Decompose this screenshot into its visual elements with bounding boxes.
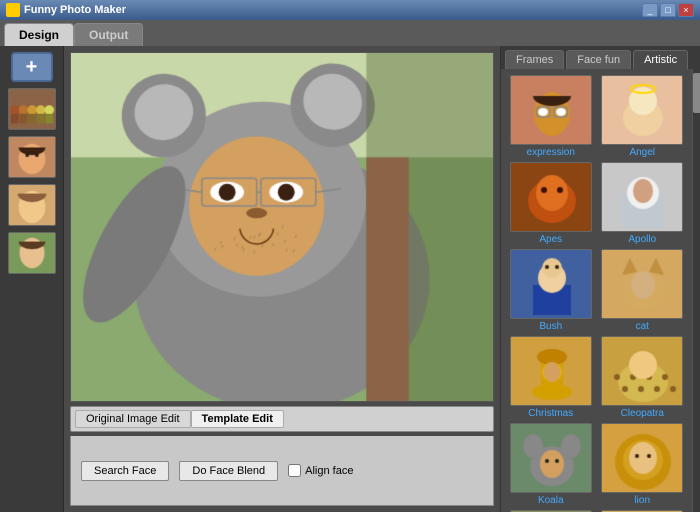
template-label-angel: Angel [629,147,655,158]
template-item-lion[interactable]: lion [599,423,687,506]
thumbnail-4[interactable] [8,232,56,274]
add-photo-button[interactable]: + [11,52,53,82]
app-title: Funny Photo Maker [24,4,126,16]
left-panel: + [0,46,64,512]
template-item-apollo[interactable]: Apollo [599,162,687,245]
title-bar: Funny Photo Maker _ □ × [0,0,700,20]
template-item-christmas[interactable]: Christmas [507,336,595,419]
template-label-bush: Bush [539,321,562,332]
maximize-button[interactable]: □ [660,3,676,17]
tab-output[interactable]: Output [74,23,143,46]
template-label-cat: cat [636,321,649,332]
edit-tabs-bar: Original Image Edit Template Edit [70,406,494,432]
template-label-lion: lion [634,495,650,506]
title-bar-left: Funny Photo Maker [6,3,126,17]
tab-frames[interactable]: Frames [505,50,564,69]
tab-template-edit[interactable]: Template Edit [191,410,284,428]
thumbnail-2[interactable] [8,136,56,178]
close-button[interactable]: × [678,3,694,17]
template-item-cleopatra[interactable]: Cleopatra [599,336,687,419]
align-face-checkbox[interactable] [288,464,301,477]
main-tab-bar: Design Output [0,20,700,46]
minimize-button[interactable]: _ [642,3,658,17]
thumbnail-1[interactable] [8,88,56,130]
right-panel-scrollbar[interactable] [692,69,700,512]
search-face-button[interactable]: Search Face [81,461,169,481]
bottom-controls-panel: Search Face Do Face Blend Align face [70,436,494,506]
scrollbar-thumb[interactable] [693,73,700,113]
templates-grid: expression Angel Apes Apollo Bush cat Christma… [501,69,692,512]
tab-artistic[interactable]: Artistic [633,50,688,69]
template-item-apes[interactable]: Apes [507,162,595,245]
do-face-blend-button[interactable]: Do Face Blend [179,461,278,481]
app-icon [6,3,20,17]
template-item-expression[interactable]: expression [507,75,595,158]
template-item-angel[interactable]: Angel [599,75,687,158]
template-item-koala[interactable]: Koala [507,423,595,506]
template-label-cleopatra: Cleopatra [621,408,664,419]
tab-face-fun[interactable]: Face fun [566,50,631,69]
title-controls[interactable]: _ □ × [642,3,694,17]
template-item-bush[interactable]: Bush [507,249,595,332]
template-label-apollo: Apollo [628,234,656,245]
thumbnail-3[interactable] [8,184,56,226]
template-item-cat[interactable]: cat [599,249,687,332]
align-face-label[interactable]: Align face [288,464,353,477]
template-label-koala: Koala [538,495,564,506]
tab-original-image-edit[interactable]: Original Image Edit [75,410,191,428]
template-label-christmas: Christmas [528,408,573,419]
tab-design[interactable]: Design [4,23,74,46]
main-area: + Original Image Edit Template Edit [0,46,700,512]
template-label-expression: expression [527,147,575,158]
right-panel: Frames Face fun Artistic expression Angel… [500,46,700,512]
main-image-area [70,52,494,402]
template-label-apes: Apes [539,234,562,245]
right-tabs-bar: Frames Face fun Artistic [501,46,700,69]
center-panel: Original Image Edit Template Edit Search… [64,46,500,512]
